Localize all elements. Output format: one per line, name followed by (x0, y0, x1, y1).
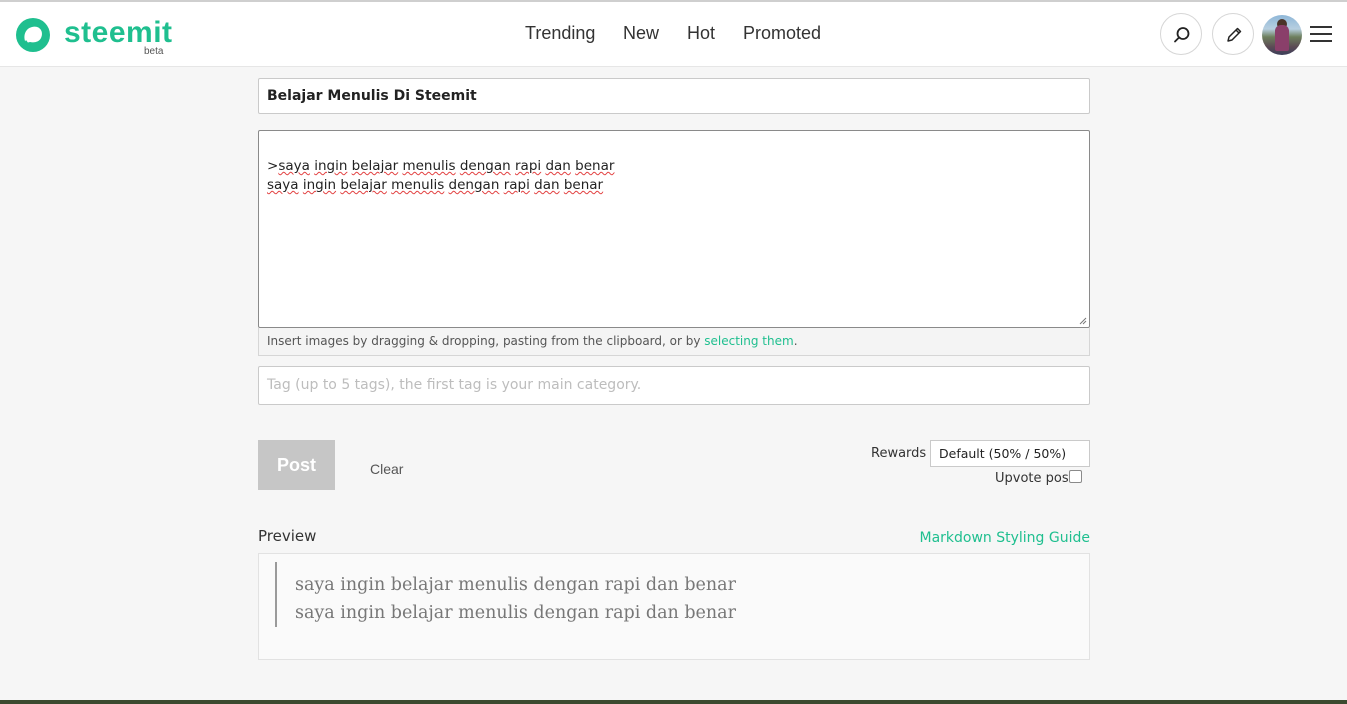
rewards-select[interactable]: Default (50% / 50%) (930, 440, 1090, 467)
preview-heading: Preview (258, 527, 317, 545)
preview-quote-line: saya ingin belajar menulis dengan rapi d… (295, 575, 736, 595)
pencil-icon (1227, 27, 1242, 42)
resize-handle-icon[interactable] (1079, 317, 1087, 325)
nav-hot[interactable]: Hot (687, 23, 715, 44)
nav-trending[interactable]: Trending (525, 23, 595, 44)
hint-suffix: . (793, 334, 798, 348)
body-line: saya ingin belajar menulis dengan rapi d… (267, 177, 604, 193)
search-icon (1174, 27, 1190, 43)
body-line: >saya ingin belajar menulis dengan rapi … (267, 158, 615, 174)
submit-story-button[interactable] (1212, 13, 1254, 55)
select-images-link[interactable]: selecting them (704, 334, 793, 348)
upvote-post-label: Upvote post (995, 471, 1074, 486)
taskbar-strip (0, 700, 1347, 704)
post-title-input[interactable]: Belajar Menulis Di Steemit (258, 78, 1090, 114)
main-nav: Trending New Hot Promoted (0, 23, 1347, 49)
avatar[interactable] (1262, 15, 1302, 55)
preview-blockquote: saya ingin belajar menulis dengan rapi d… (275, 562, 736, 627)
nav-promoted[interactable]: Promoted (743, 23, 821, 44)
clear-button[interactable]: Clear (370, 461, 403, 477)
search-button[interactable] (1160, 13, 1202, 55)
preview-panel: saya ingin belajar menulis dengan rapi d… (258, 553, 1090, 660)
nav-new[interactable]: New (623, 23, 659, 44)
upvote-post-checkbox[interactable] (1069, 470, 1082, 483)
tags-input[interactable]: Tag (up to 5 tags), the first tag is you… (258, 366, 1090, 405)
hint-text: Insert images by dragging & dropping, pa… (267, 334, 705, 348)
post-body-textarea[interactable]: >saya ingin belajar menulis dengan rapi … (258, 130, 1090, 328)
site-header: steemit beta Trending New Hot Promoted (0, 2, 1347, 67)
post-button[interactable]: Post (258, 440, 335, 490)
image-upload-hint: Insert images by dragging & dropping, pa… (258, 328, 1090, 356)
hamburger-menu-icon[interactable] (1310, 25, 1332, 43)
preview-quote-line: saya ingin belajar menulis dengan rapi d… (295, 603, 736, 623)
markdown-guide-link[interactable]: Markdown Styling Guide (919, 530, 1090, 546)
rewards-label: Rewards (871, 446, 927, 461)
